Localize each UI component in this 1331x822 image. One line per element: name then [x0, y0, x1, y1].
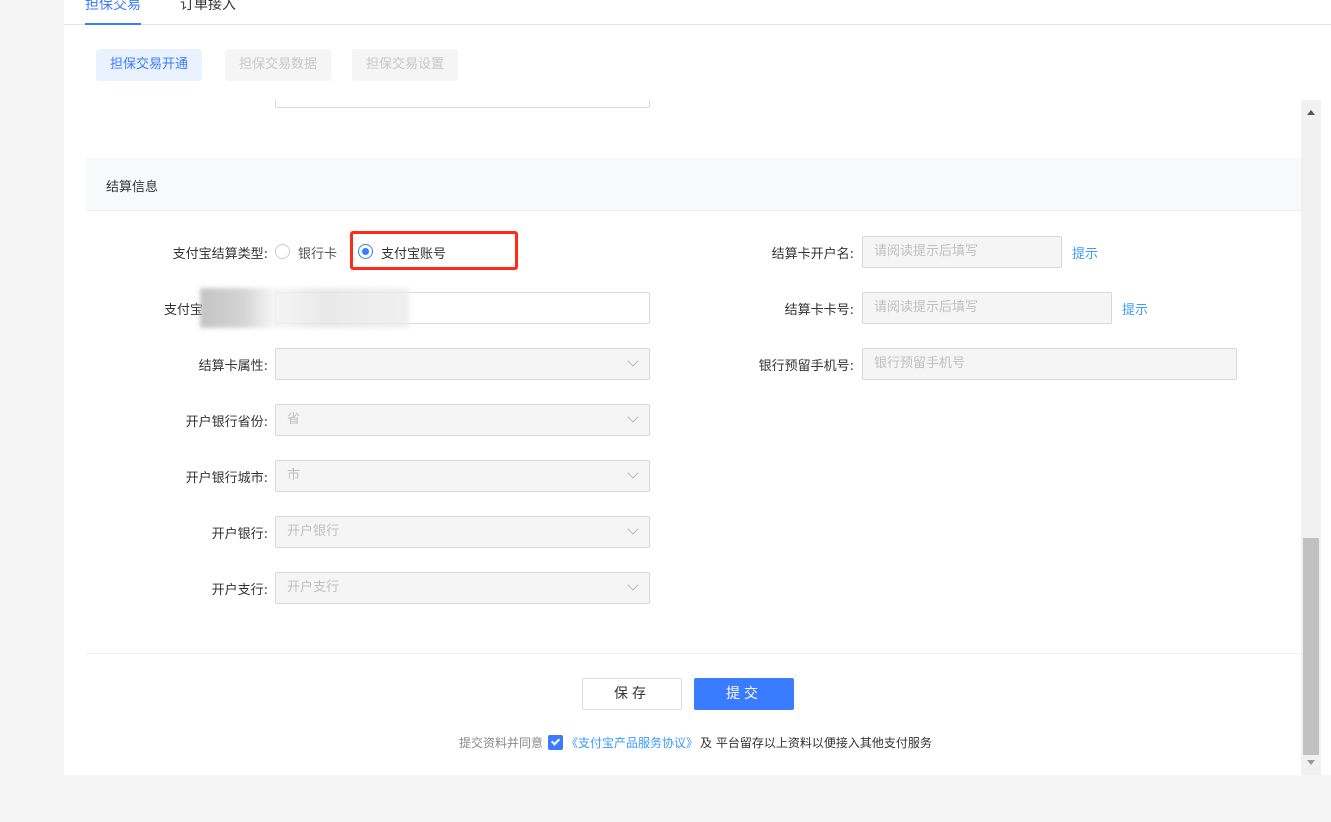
agree-suffix: 及 平台留存以上资料以便接入其他支付服务 — [700, 736, 932, 750]
phone-label: 银行预留手机号: — [758, 359, 854, 374]
agreement-row: 提交资料并同意 《支付宝产品服务协议》 及 平台留存以上资料以便接入其他支付服务 — [459, 734, 932, 751]
escrow-open-button[interactable]: 担保交易开通 — [96, 49, 203, 81]
check-icon — [550, 736, 561, 746]
submit-button[interactable]: 提交 — [694, 678, 794, 710]
scrollbar-thumb[interactable] — [1303, 538, 1319, 755]
bank-select[interactable]: 开户银行 — [275, 516, 650, 548]
scroll-down-icon[interactable] — [1307, 760, 1315, 765]
bank-label: 开户银行: — [211, 527, 268, 542]
scroll-up-icon[interactable] — [1307, 110, 1315, 115]
card-no-input[interactable]: 请阅读提示后填写 — [862, 292, 1112, 324]
previous-field[interactable] — [275, 100, 650, 108]
card-no-hint-link[interactable]: 提示 — [1122, 299, 1148, 318]
province-select[interactable]: 省 — [275, 404, 650, 436]
radio-bank-card[interactable] — [275, 244, 290, 259]
holder-label: 结算卡开户名: — [771, 247, 854, 262]
branch-placeholder: 开户支行 — [287, 580, 340, 595]
holder-placeholder: 请阅读提示后填写 — [874, 244, 979, 259]
city-placeholder: 市 — [287, 468, 301, 483]
chevron-down-icon — [627, 579, 639, 591]
agreement-link[interactable]: 《支付宝产品服务协议》 — [566, 734, 698, 751]
bank-placeholder: 开户银行 — [287, 524, 340, 539]
divider — [86, 653, 1301, 654]
highlight-box — [350, 231, 518, 270]
top-tabs: 担保交易 订单接入 — [64, 0, 1331, 25]
agree-checkbox[interactable] — [548, 735, 564, 750]
province-placeholder: 省 — [287, 412, 301, 427]
card-no-placeholder: 请阅读提示后填写 — [874, 300, 979, 315]
agree-prefix: 提交资料并同意 — [459, 736, 544, 750]
holder-input[interactable]: 请阅读提示后填写 — [862, 236, 1062, 268]
province-label: 开户银行省份: — [185, 415, 268, 430]
holder-hint-link[interactable]: 提示 — [1072, 243, 1098, 262]
chevron-down-icon — [627, 467, 639, 479]
section-header: 结算信息 — [86, 158, 1301, 211]
phone-placeholder: 银行预留手机号 — [874, 356, 966, 371]
branch-select[interactable]: 开户支行 — [275, 572, 650, 604]
tab-escrow[interactable]: 担保交易 — [85, 0, 141, 25]
form-scroll-area: 结算信息 支付宝结算类型: 银行卡 支付宝账号 支付宝 结算卡属性: 开户银行省… — [64, 100, 1301, 775]
escrow-data-button[interactable]: 担保交易数据 — [225, 49, 332, 81]
blurred-redaction — [200, 288, 410, 328]
radio-bank-card-label: 银行卡 — [298, 247, 338, 262]
escrow-settings-button[interactable]: 担保交易设置 — [352, 49, 459, 81]
main-panel: 担保交易 订单接入 担保交易开通 担保交易数据 担保交易设置 结算信息 支付宝结… — [64, 0, 1331, 775]
phone-input[interactable]: 银行预留手机号 — [862, 348, 1237, 380]
city-label: 开户银行城市: — [185, 471, 268, 486]
save-button[interactable]: 保存 — [582, 678, 682, 710]
section-title: 结算信息 — [106, 180, 159, 195]
branch-label: 开户支行: — [211, 583, 268, 598]
settle-type-label: 支付宝结算类型: — [172, 247, 268, 262]
card-attr-label: 结算卡属性: — [198, 359, 268, 374]
alipay-account-label: 支付宝 — [164, 303, 204, 318]
chevron-down-icon — [627, 411, 639, 423]
city-select[interactable]: 市 — [275, 460, 650, 492]
chevron-down-icon — [627, 523, 639, 535]
scrollbar[interactable] — [1301, 100, 1321, 775]
tab-order-access[interactable]: 订单接入 — [180, 0, 236, 14]
card-attr-select[interactable] — [275, 348, 650, 380]
card-no-label: 结算卡卡号: — [784, 303, 854, 318]
chevron-down-icon — [627, 355, 639, 367]
